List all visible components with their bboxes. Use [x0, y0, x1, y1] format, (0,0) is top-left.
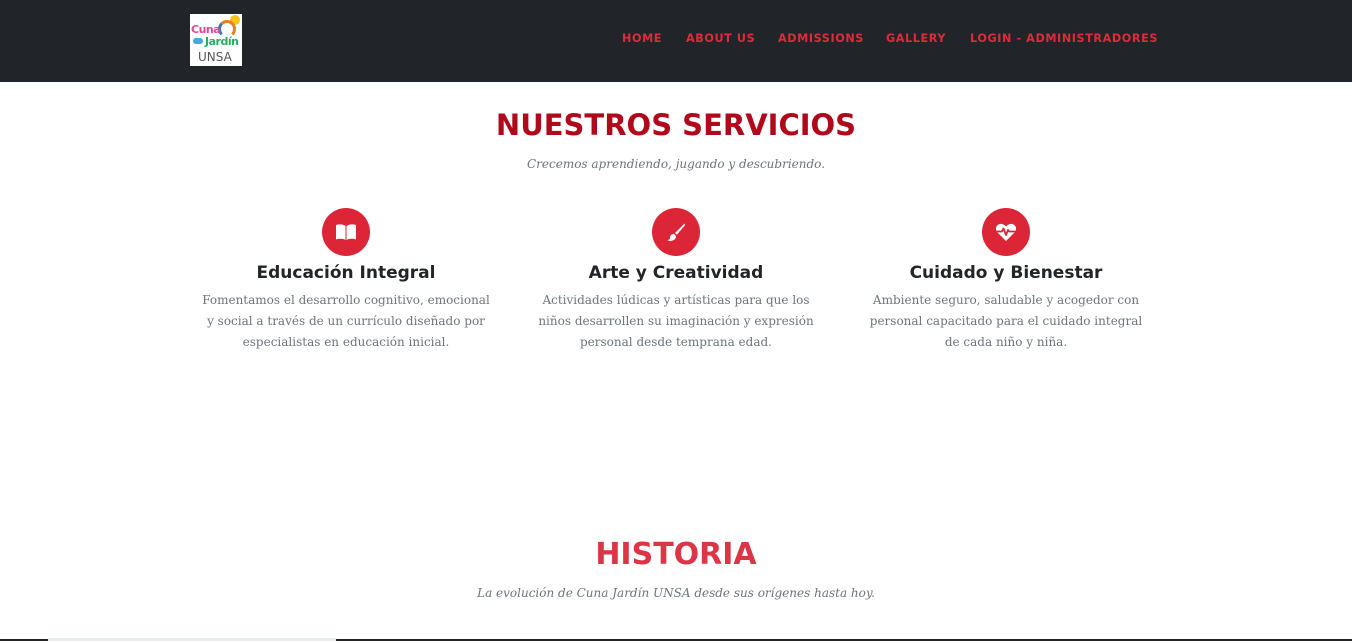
nav-home[interactable]: HOME — [622, 32, 662, 45]
history-subtitle: La evolución de Cuna Jardín UNSA desde s… — [477, 586, 875, 600]
service-description: Ambiente seguro, saludable y acogedor co… — [869, 293, 1143, 349]
nav-about-us[interactable]: ABOUT US — [686, 32, 755, 45]
service-description: Actividades lúdicas y artísticas para qu… — [538, 293, 814, 349]
navbar: Cuna Jardín UNSA HOME ABOUT US ADMISSION… — [0, 0, 1352, 82]
logo-text-unsa: UNSA — [198, 50, 232, 64]
paint-brush-icon — [652, 208, 700, 256]
services-title: NUESTROS SERVICIOS — [495, 108, 857, 142]
cloud-icon — [193, 38, 203, 44]
service-arte-creatividad: Arte y Creatividad Actividades lúdicas y… — [526, 208, 826, 353]
service-title: Arte y Creatividad — [588, 263, 764, 283]
services-subtitle: Crecemos aprendiendo, jugando y descubri… — [526, 157, 826, 171]
site-logo[interactable]: Cuna Jardín UNSA — [190, 14, 242, 66]
service-cuidado-bienestar: Cuidado y Bienestar Ambiente seguro, sal… — [856, 208, 1156, 353]
nav-admissions[interactable]: ADMISSIONS — [778, 32, 864, 45]
service-educacion-integral: Educación Integral Fomentamos el desarro… — [196, 208, 496, 353]
service-title: Cuidado y Bienestar — [909, 263, 1103, 283]
nav-gallery[interactable]: GALLERY — [886, 32, 946, 45]
heartbeat-icon — [982, 208, 1030, 256]
service-title: Educación Integral — [256, 263, 436, 283]
service-description: Fomentamos el desarrollo cognitivo, emoc… — [202, 293, 490, 349]
logo-text-jardin: Jardín — [205, 35, 239, 48]
book-open-icon — [322, 208, 370, 256]
nav-login-administradores[interactable]: LOGIN - ADMINISTRADORES — [970, 32, 1158, 45]
history-title: HISTORIA — [595, 537, 757, 572]
